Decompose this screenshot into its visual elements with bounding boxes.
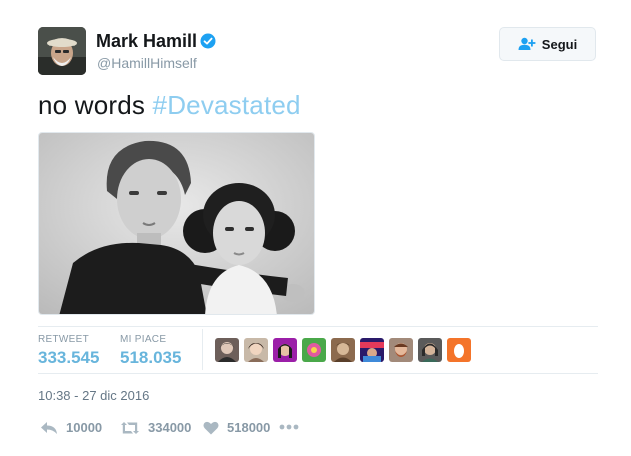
liker-avatar-image [302,338,326,362]
liker-avatar[interactable] [302,338,326,362]
liker-avatar[interactable] [360,338,384,362]
liker-avatar[interactable] [244,338,268,362]
liker-avatar-image [389,338,413,362]
reply-button[interactable]: 10000 [40,420,102,435]
like-button[interactable]: 518000 [203,420,270,435]
liker-avatar[interactable] [215,338,239,362]
liker-avatar-default[interactable] [447,338,471,362]
retweets-count[interactable]: 333.545 [38,348,99,368]
retweet-count: 334000 [148,420,192,435]
liker-avatar[interactable] [418,338,442,362]
author-avatar[interactable] [38,27,86,75]
follow-button[interactable]: Segui [499,27,596,61]
stats-divider [38,373,598,374]
retweets-label[interactable]: RETWEET [38,334,89,345]
reply-icon [41,421,57,434]
tweet-text-body: no words [38,90,153,120]
stats-divider [38,326,598,327]
heart-icon [203,421,219,434]
add-user-icon [518,37,536,50]
retweet-button[interactable]: 334000 [120,420,191,435]
reply-count: 10000 [66,420,103,435]
tweet-text: no words #Devastated [38,90,301,121]
tweet-photo[interactable] [38,132,315,315]
liker-avatar[interactable] [331,338,355,362]
like-count: 518000 [227,420,271,435]
likes-label[interactable]: MI PIACE [120,334,166,345]
liker-avatar-image [360,338,384,362]
photo-image [39,133,314,314]
default-egg-icon [447,338,471,362]
liker-avatar[interactable] [273,338,297,362]
liker-avatar-image [418,338,442,362]
likes-count[interactable]: 518.035 [120,348,181,368]
verified-badge-icon [200,33,216,49]
follow-button-label: Segui [541,36,578,52]
liker-avatar-image [215,338,239,362]
tweet-timestamp[interactable]: 10:38 - 27 dic 2016 [38,388,149,403]
more-dots-icon [279,424,299,430]
hashtag-link[interactable]: #Devastated [153,90,301,120]
stats-separator [202,329,203,370]
avatar-image [38,27,86,75]
liker-avatar-image [244,338,268,362]
retweet-icon [121,421,139,434]
liker-avatar[interactable] [389,338,413,362]
liker-avatar-image [331,338,355,362]
author-handle[interactable]: @HamillHimself [97,55,197,71]
author-name[interactable]: Mark Hamill [96,31,197,52]
liker-avatar-image [273,338,297,362]
more-button[interactable] [279,420,299,434]
